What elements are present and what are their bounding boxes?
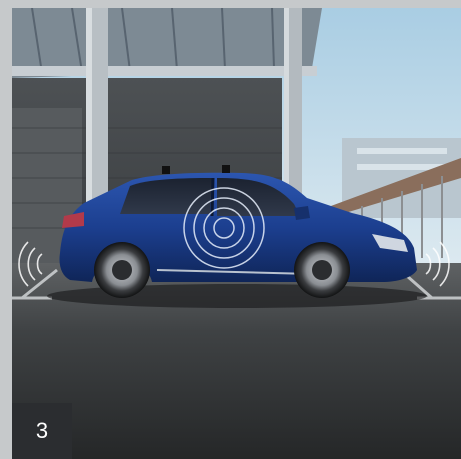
slide-number-badge: 3 (12, 403, 72, 459)
slide-number: 3 (35, 418, 49, 443)
car-photo (12, 8, 461, 459)
